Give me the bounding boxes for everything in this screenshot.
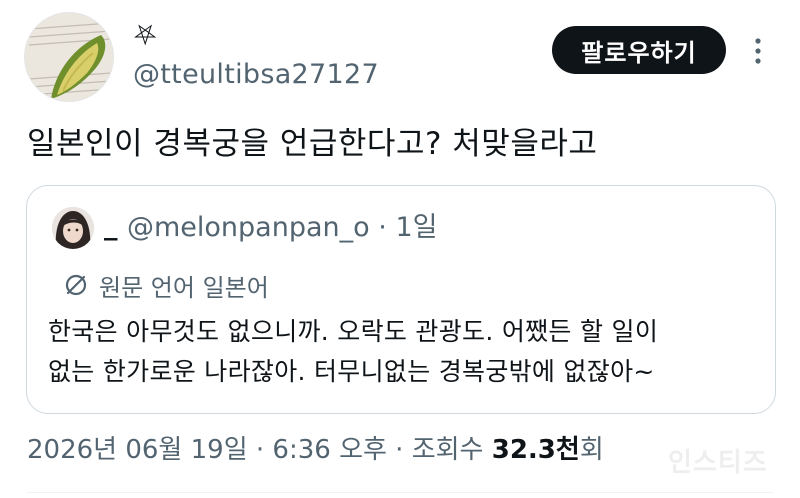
follow-button[interactable]: 팔로우하기	[552, 26, 726, 74]
author-handle[interactable]: @tteultibsa27127	[133, 58, 379, 92]
translation-notice[interactable]: 원문 언어 일본어	[63, 270, 269, 302]
author-display-name[interactable]: ⛧	[134, 20, 156, 52]
more-options-button[interactable]	[746, 36, 770, 66]
tweet-datetime[interactable]: 2026년 06월 19일 · 6:36 오후 · 조회수	[27, 435, 492, 465]
quoted-tweet-card[interactable]: _ @melonpanpan_o · 1일 원문 언어 일본어 한국은 아무것도…	[26, 185, 776, 414]
more-vertical-icon	[755, 38, 761, 64]
tweet-meta: 2026년 06월 19일 · 6:36 오후 · 조회수 32.3천회	[27, 432, 604, 468]
translate-globe-icon	[65, 274, 87, 296]
view-count: 32.3천	[491, 435, 580, 465]
quoted-timestamp[interactable]: 1일	[395, 212, 437, 243]
translation-label: 원문 언어 일본어	[99, 273, 269, 302]
view-count-suffix: 회	[579, 435, 604, 465]
quoted-text-line-2: 없는 한가로운 나라잖아. 터무니없는 경복궁밖에 없잖아~	[48, 357, 655, 386]
avatar-image	[25, 13, 113, 101]
quoted-author-avatar[interactable]	[52, 207, 94, 249]
meta-separator: ·	[378, 212, 387, 243]
divider	[27, 492, 773, 493]
tweet-text: 일본인이 경복궁을 언급한다고? 처맞을라고	[27, 126, 598, 162]
quoted-avatar-image	[52, 207, 94, 249]
quoted-handle[interactable]: @melonpanpan_o	[127, 212, 370, 243]
watermark: 인스티즈	[668, 448, 768, 478]
quoted-display-name[interactable]: _	[104, 209, 118, 243]
author-avatar[interactable]	[24, 12, 114, 102]
quoted-text-line-1: 한국은 아무것도 없으니까. 오락도 관광도. 어쨌든 할 일이	[48, 317, 659, 346]
quoted-handle-row: @melonpanpan_o · 1일	[127, 211, 437, 245]
